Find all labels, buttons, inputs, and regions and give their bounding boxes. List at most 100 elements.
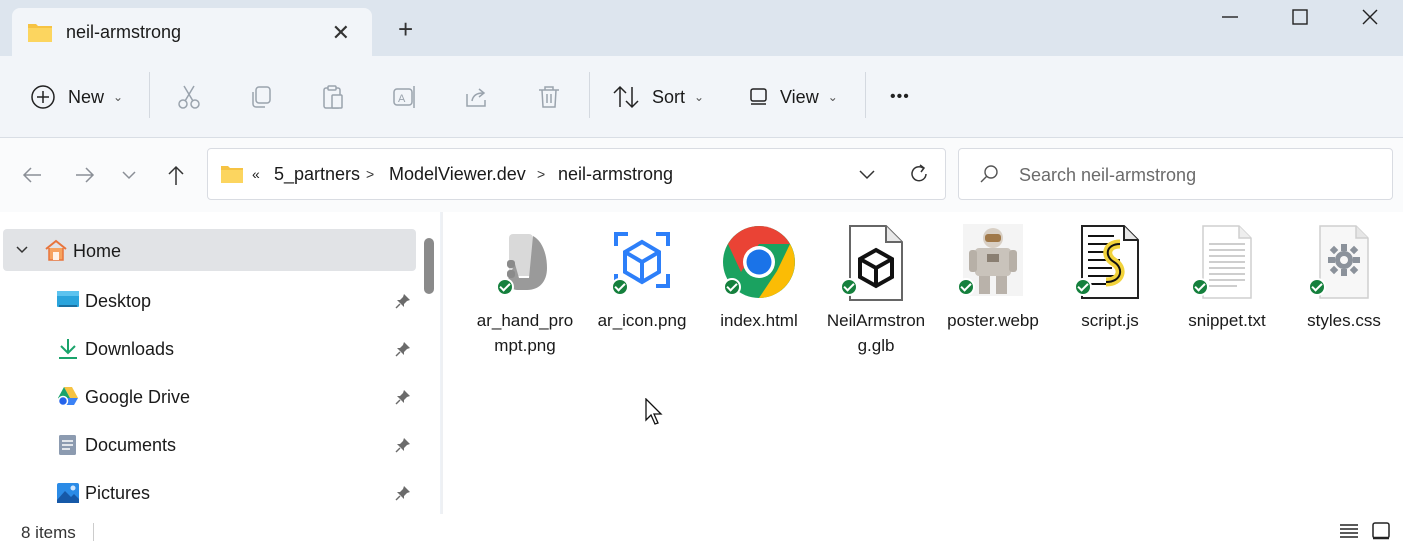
toolbar-separator [149,72,150,118]
documents-icon [59,435,76,455]
mouse-cursor-icon [645,398,663,425]
pin-icon[interactable] [395,341,411,357]
sidebar-item-home[interactable]: Home [3,229,416,271]
sync-status-icon [840,278,858,296]
back-button[interactable] [17,160,47,190]
search-input[interactable] [1019,161,1379,189]
file-item[interactable]: NeilArmstrong.glb [821,224,931,358]
recent-locations-button[interactable] [114,160,144,190]
rename-button[interactable]: A [392,56,418,138]
copy-button[interactable] [248,56,274,138]
file-thumbnail [1304,224,1384,302]
view-icon [750,88,767,105]
file-thumbnail [953,224,1033,302]
refresh-icon[interactable] [908,163,930,185]
pin-icon[interactable] [395,293,411,309]
search-box[interactable] [958,148,1393,200]
navigation-row: « 5_partners > ModelViewer.dev > neil-ar… [0,138,1403,212]
folder-icon [28,24,52,42]
cut-button[interactable] [176,56,202,138]
close-button[interactable] [1350,6,1390,32]
status-bar: 8 items [0,514,1403,545]
sidebar-item-google-drive[interactable]: Google Drive [0,374,420,418]
file-name: NeilArmstrong.glb [826,311,926,355]
pin-icon[interactable] [395,485,411,501]
details-view-icon[interactable] [1339,522,1359,540]
new-label: New [68,86,105,107]
file-item[interactable]: styles.css [1289,224,1399,333]
sidebar-item-pictures[interactable]: Pictures [0,470,420,514]
minimize-button[interactable] [1210,6,1250,32]
file-item[interactable]: script.js [1055,224,1165,333]
up-button[interactable] [161,160,191,190]
view-button[interactable]: View ⌄ [748,56,838,138]
sync-status-icon [957,278,975,296]
address-bar[interactable]: « 5_partners > ModelViewer.dev > neil-ar… [207,148,946,200]
file-thumbnail [719,224,799,302]
chevron-down-icon: ⌄ [113,90,124,104]
paste-button[interactable] [320,56,346,138]
pin-icon[interactable] [395,389,411,405]
more-options-icon: ••• [890,88,910,105]
trash-icon [539,86,559,108]
breadcrumb-separator-icon[interactable]: > [537,166,545,182]
window-tab[interactable]: neil-armstrong ✕ [12,8,372,56]
chevron-down-icon[interactable] [858,167,876,183]
file-name: ar_icon.png [597,311,687,330]
file-item[interactable]: ar_hand_prompt.png [470,224,580,358]
command-bar: New ⌄ A Sort ⌄ View ⌄ ••• [0,56,1403,138]
folder-icon [221,166,243,183]
forward-button[interactable] [70,160,100,190]
file-name: ar_hand_prompt.png [476,311,574,355]
sidebar-item-label: Google Drive [85,387,191,407]
sidebar-item-desktop[interactable]: Desktop [0,278,420,322]
clipboard-icon [323,85,343,109]
download-icon [59,339,77,359]
more-options-button[interactable]: ••• [890,56,910,138]
file-thumbnail [485,224,565,302]
breadcrumb-item[interactable]: ModelViewer.dev [389,164,526,185]
sidebar-scrollbar[interactable] [424,238,434,294]
pin-icon[interactable] [395,437,411,453]
sync-status-icon [1074,278,1092,296]
new-button[interactable]: New ⌄ [30,56,123,138]
svg-text:A: A [398,93,406,105]
sidebar-item-downloads[interactable]: Downloads [0,326,420,370]
sort-button[interactable]: Sort ⌄ [612,56,704,138]
delete-button[interactable] [536,56,562,138]
maximize-button[interactable] [1280,6,1320,32]
maximize-icon [1292,9,1308,25]
share-button[interactable] [464,56,490,138]
tab-title: neil-armstrong [66,22,182,42]
close-icon [1362,9,1378,25]
sync-status-icon [611,278,629,296]
breadcrumb-overflow[interactable]: « [252,166,260,182]
file-thumbnail [1070,224,1150,302]
scissors-icon [178,85,200,109]
breadcrumb-separator-icon[interactable]: > [366,166,374,182]
file-name: index.html [720,311,798,330]
file-name: poster.webp [947,311,1039,330]
chevron-down-icon: ⌄ [694,90,705,104]
tiles-view-icon[interactable] [1371,521,1391,541]
file-item[interactable]: ar_icon.png [587,224,697,333]
file-item[interactable]: poster.webp [938,224,1048,333]
file-item[interactable]: index.html [704,224,814,333]
sidebar-item-documents[interactable]: Documents [0,422,420,466]
chevron-down-icon[interactable] [15,243,29,257]
view-label: View [780,86,819,107]
breadcrumb-item[interactable]: neil-armstrong [558,164,673,185]
breadcrumb-item[interactable]: 5_partners [274,164,360,185]
file-item[interactable]: snippet.txt [1172,224,1282,333]
pictures-icon [57,483,79,503]
file-thumbnail [836,224,916,302]
sync-status-icon [1308,278,1326,296]
chevron-down-icon: ⌄ [827,90,838,104]
new-tab-button[interactable]: + [398,16,413,42]
sidebar-item-label: Documents [85,435,177,455]
arrow-up-icon [168,165,184,185]
sort-label: Sort [652,86,686,107]
tab-close-icon[interactable]: ✕ [332,20,350,46]
file-thumbnail [1187,224,1267,302]
sidebar-item-label: Downloads [85,339,175,359]
